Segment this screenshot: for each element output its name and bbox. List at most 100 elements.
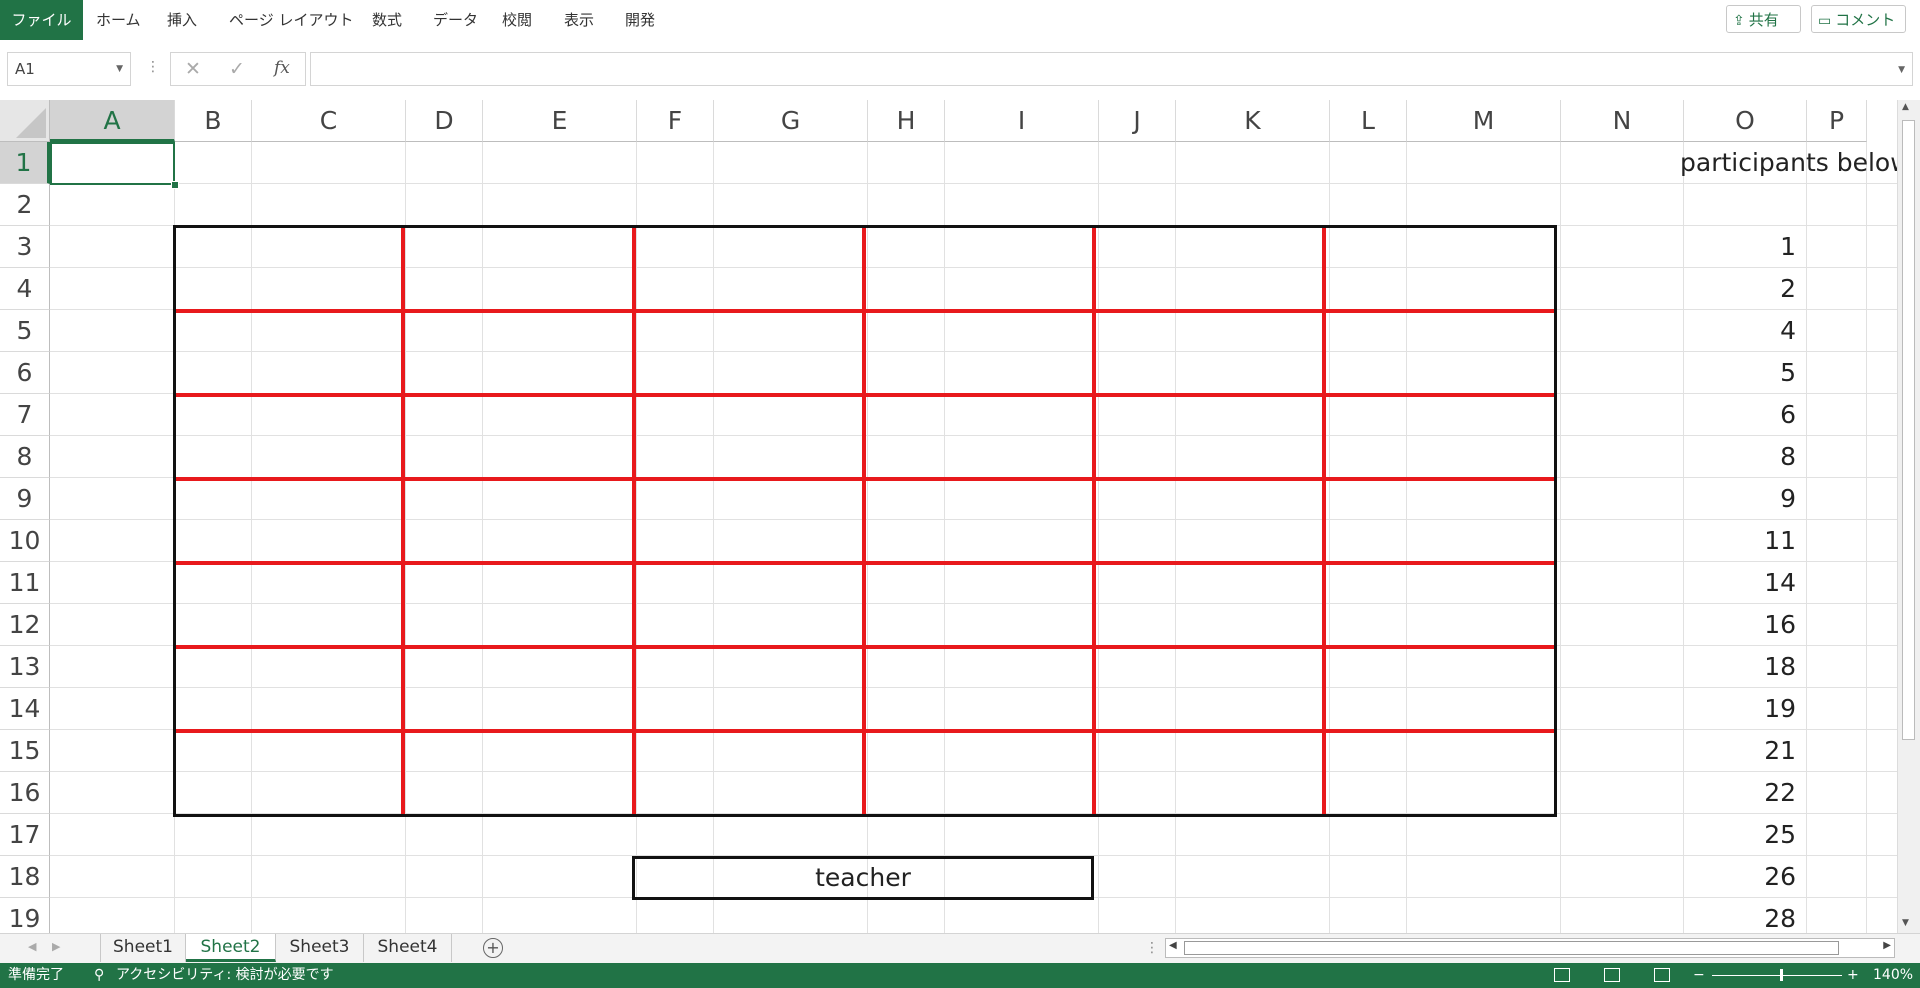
tab-page-layout[interactable]: ページ レイアウト (229, 0, 353, 40)
enter-check-icon[interactable]: ✓ (229, 57, 245, 81)
column-header-n[interactable]: N (1561, 100, 1684, 142)
row-header-10[interactable]: 10 (0, 520, 50, 562)
row-header-6[interactable]: 6 (0, 352, 50, 394)
horizontal-scroll-thumb[interactable] (1184, 941, 1839, 955)
sheet-tab-2[interactable]: Sheet2 (186, 934, 276, 962)
cell-o12[interactable]: 16 (1676, 604, 1796, 646)
row-header-16[interactable]: 16 (0, 772, 50, 814)
share-button[interactable]: ⇪ 共有 (1726, 5, 1801, 33)
next-sheet-icon[interactable]: ▶ (52, 940, 60, 953)
row-header-11[interactable]: 11 (0, 562, 50, 604)
column-header-g[interactable]: G (714, 100, 868, 142)
expand-formula-icon[interactable]: ▼ (1898, 65, 1905, 75)
cell-o8[interactable]: 8 (1676, 436, 1796, 478)
row-header-19[interactable]: 19 (0, 898, 50, 933)
tab-file[interactable]: ファイル (0, 0, 83, 40)
row-header-18[interactable]: 18 (0, 856, 50, 898)
row-header-14[interactable]: 14 (0, 688, 50, 730)
normal-view-icon[interactable] (1554, 968, 1570, 982)
row-header-8[interactable]: 8 (0, 436, 50, 478)
row-header-3[interactable]: 3 (0, 226, 50, 268)
row-header-15[interactable]: 15 (0, 730, 50, 772)
prev-sheet-icon[interactable]: ◀ (28, 940, 36, 953)
cell-o13[interactable]: 18 (1676, 646, 1796, 688)
column-header-m[interactable]: M (1407, 100, 1561, 142)
formula-input[interactable]: ▼ (310, 52, 1913, 86)
comment-button[interactable]: ▭ コメント (1811, 5, 1906, 33)
selected-cell-a1[interactable] (50, 142, 175, 185)
scroll-down-icon[interactable]: ▼ (1902, 918, 1909, 928)
page-layout-view-icon[interactable] (1604, 968, 1620, 982)
row-header-9[interactable]: 9 (0, 478, 50, 520)
tab-split-grip-icon[interactable]: ⋮ (1145, 940, 1159, 956)
column-header-h[interactable]: H (868, 100, 945, 142)
cell-o1[interactable]: participants below (1680, 142, 1897, 184)
column-header-d[interactable]: D (406, 100, 483, 142)
row-header-2[interactable]: 2 (0, 184, 50, 226)
worksheet-grid[interactable]: ABCDEFGHIJKLMNOP 1 2 3 4 5 6 7 8 9 10 11 12 13 14 15 16… (0, 100, 1897, 933)
cell-o11[interactable]: 14 (1676, 562, 1796, 604)
cell-o6[interactable]: 5 (1676, 352, 1796, 394)
row-header-12[interactable]: 12 (0, 604, 50, 646)
column-header-c[interactable]: C (252, 100, 406, 142)
column-header-a[interactable]: A (50, 100, 175, 142)
cell-o15[interactable]: 21 (1676, 730, 1796, 772)
scroll-left-icon[interactable]: ◀ (1169, 940, 1177, 951)
accessibility-icon[interactable]: ⚲ (94, 963, 104, 988)
page-break-view-icon[interactable] (1654, 968, 1670, 982)
tab-developer[interactable]: 開発 (625, 0, 655, 40)
vertical-scroll-thumb[interactable] (1902, 120, 1915, 740)
tab-data[interactable]: データ (433, 0, 478, 40)
cell-o4[interactable]: 2 (1676, 268, 1796, 310)
cell-o18[interactable]: 26 (1676, 856, 1796, 898)
column-header-e[interactable]: E (483, 100, 637, 142)
tab-review[interactable]: 校閲 (502, 0, 532, 40)
cell-o16[interactable]: 22 (1676, 772, 1796, 814)
cell-o10[interactable]: 11 (1676, 520, 1796, 562)
cell-o17[interactable]: 25 (1676, 814, 1796, 856)
zoom-level[interactable]: 140% (1873, 963, 1913, 988)
tab-formulas[interactable]: 数式 (372, 0, 402, 40)
column-header-f[interactable]: F (637, 100, 714, 142)
scroll-right-icon[interactable]: ▶ (1883, 940, 1891, 951)
column-header-p[interactable]: P (1807, 100, 1867, 142)
zoom-slider-thumb[interactable] (1780, 969, 1783, 981)
fill-handle[interactable] (171, 181, 179, 189)
column-header-j[interactable]: J (1099, 100, 1176, 142)
name-box-dropdown-icon[interactable]: ▼ (116, 53, 123, 85)
select-all-corner[interactable] (0, 100, 50, 142)
tab-home[interactable]: ホーム (96, 0, 141, 40)
column-header-k[interactable]: K (1176, 100, 1330, 142)
zoom-slider[interactable] (1712, 975, 1842, 976)
row-header-5[interactable]: 5 (0, 310, 50, 352)
sheet-tab-3[interactable]: Sheet3 (276, 934, 364, 962)
tab-insert[interactable]: 挿入 (167, 0, 197, 40)
row-header-4[interactable]: 4 (0, 268, 50, 310)
cancel-icon[interactable]: ✕ (185, 57, 201, 81)
row-header-17[interactable]: 17 (0, 814, 50, 856)
teacher-cell[interactable]: teacher (632, 856, 1094, 900)
add-sheet-icon[interactable]: + (483, 938, 503, 958)
cell-o19[interactable]: 28 (1676, 898, 1796, 933)
row-header-13[interactable]: 13 (0, 646, 50, 688)
cell-o7[interactable]: 6 (1676, 394, 1796, 436)
column-header-i[interactable]: I (945, 100, 1099, 142)
sheet-tab-4[interactable]: Sheet4 (364, 934, 452, 962)
insert-function-icon[interactable]: fx (274, 58, 290, 78)
sheet-tab-1[interactable]: Sheet1 (100, 934, 186, 962)
tab-view[interactable]: 表示 (564, 0, 594, 40)
column-header-o[interactable]: O (1684, 100, 1807, 142)
formula-bar-grip-icon[interactable]: ⋮ (146, 60, 160, 74)
zoom-out-icon[interactable]: − (1693, 963, 1705, 988)
accessibility-status[interactable]: アクセシビリティ: 検討が必要です (116, 963, 334, 988)
cell-o14[interactable]: 19 (1676, 688, 1796, 730)
column-header-b[interactable]: B (175, 100, 252, 142)
row-header-7[interactable]: 7 (0, 394, 50, 436)
column-header-l[interactable]: L (1330, 100, 1407, 142)
name-box[interactable]: A1 ▼ (7, 52, 131, 86)
cell-o5[interactable]: 4 (1676, 310, 1796, 352)
vertical-scrollbar[interactable]: ▲ ▼ (1897, 100, 1920, 933)
cell-o9[interactable]: 9 (1676, 478, 1796, 520)
horizontal-scrollbar[interactable]: ◀ ▶ (1165, 938, 1895, 958)
zoom-in-icon[interactable]: + (1847, 963, 1859, 988)
